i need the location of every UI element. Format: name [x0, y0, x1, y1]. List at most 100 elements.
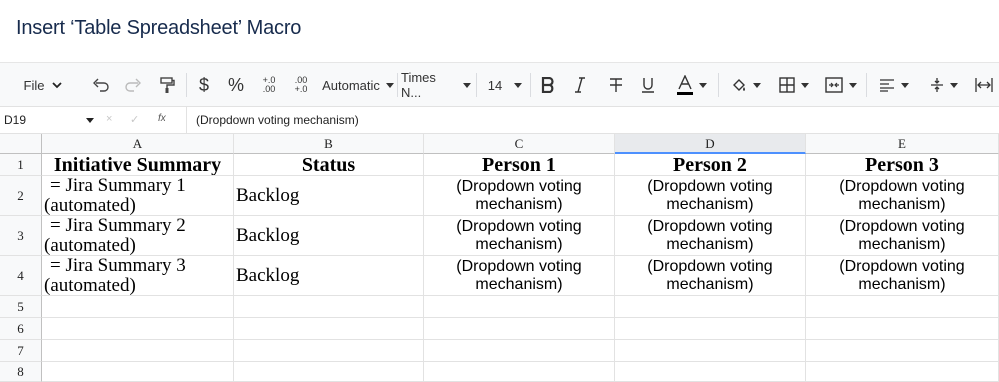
italic-icon	[575, 77, 585, 93]
text-color-button[interactable]	[670, 63, 714, 107]
empty-cell[interactable]	[806, 318, 999, 340]
summary-line: (automated)	[44, 195, 136, 216]
header-cell-text: Person 3	[865, 154, 939, 176]
header-cell-c[interactable]: Person 1	[424, 154, 615, 176]
header-cell-b[interactable]: Status	[234, 154, 424, 176]
text-wrap-icon	[975, 78, 993, 92]
cancel-formula-icon[interactable]: ×	[106, 113, 112, 125]
redo-button[interactable]	[120, 63, 146, 107]
text-wrap-button[interactable]	[972, 63, 996, 107]
empty-cell[interactable]	[806, 340, 999, 362]
accept-formula-icon[interactable]: ✓	[130, 113, 139, 126]
row-header-4[interactable]: 4	[0, 256, 42, 296]
row-header-2[interactable]: 2	[0, 176, 42, 216]
fill-color-button[interactable]	[726, 63, 766, 107]
header-cell-e[interactable]: Person 3	[806, 154, 999, 176]
summary-line: = Jira Summary 1	[50, 176, 186, 196]
vote-dropdown-text: (Dropdown voting mechanism)	[456, 178, 582, 213]
column-header-c[interactable]: C	[424, 134, 615, 154]
row-header-6[interactable]: 6	[0, 318, 42, 340]
name-box[interactable]: D19	[0, 107, 100, 133]
caret-down-icon	[86, 118, 94, 123]
vote-cell-person-2[interactable]: (Dropdown voting mechanism)	[615, 176, 806, 216]
font-family-dropdown[interactable]: Times N...	[401, 63, 471, 107]
decrease-decimal-button[interactable]: .00 +.0	[290, 63, 312, 107]
percent-button[interactable]: %	[224, 63, 248, 107]
vote-dropdown-text: (Dropdown voting mechanism)	[647, 258, 773, 293]
toolbar-divider	[476, 73, 477, 97]
summary-cell[interactable]: = Jira Summary 3 (automated)	[42, 256, 234, 296]
status-cell[interactable]: Backlog	[234, 256, 424, 296]
vote-cell-person-2[interactable]: (Dropdown voting mechanism)	[615, 256, 806, 296]
empty-cell[interactable]	[424, 318, 615, 340]
summary-cell[interactable]: = Jira Summary 2 (automated)	[42, 216, 234, 256]
empty-cell[interactable]	[42, 296, 234, 318]
row-header-8[interactable]: 8	[0, 362, 42, 382]
column-header-a[interactable]: A	[42, 134, 234, 154]
row-header-5[interactable]: 5	[0, 296, 42, 318]
strikethrough-icon	[610, 78, 622, 92]
status-cell[interactable]: Backlog	[234, 176, 424, 216]
empty-cell[interactable]	[234, 340, 424, 362]
font-size-dropdown[interactable]: 14	[484, 63, 526, 107]
vote-cell-person-1[interactable]: (Dropdown voting mechanism)	[424, 176, 615, 216]
header-cell-text: Status	[301, 154, 356, 176]
paint-format-button[interactable]	[154, 63, 180, 107]
empty-cell[interactable]	[424, 362, 615, 382]
empty-cell[interactable]	[806, 296, 999, 318]
empty-cell[interactable]	[424, 340, 615, 362]
italic-button[interactable]	[568, 63, 592, 107]
empty-cell[interactable]	[615, 296, 806, 318]
caret-down-icon	[514, 82, 523, 88]
formula-input[interactable]: (Dropdown voting mechanism)	[196, 113, 359, 127]
number-format-dropdown[interactable]: Automatic	[322, 63, 394, 107]
borders-button[interactable]	[774, 63, 814, 107]
empty-cell[interactable]	[615, 362, 806, 382]
empty-cell[interactable]	[615, 340, 806, 362]
undo-button[interactable]	[88, 63, 114, 107]
undo-icon	[93, 78, 109, 92]
empty-cell[interactable]	[424, 296, 615, 318]
empty-cell[interactable]	[42, 362, 234, 382]
vote-cell-person-1[interactable]: (Dropdown voting mechanism)	[424, 256, 615, 296]
summary-cell[interactable]: = Jira Summary 1 (automated)	[42, 176, 234, 216]
empty-cell[interactable]	[615, 318, 806, 340]
column-header-b[interactable]: B	[234, 134, 424, 154]
strikethrough-button[interactable]	[604, 63, 628, 107]
select-all-corner[interactable]	[0, 134, 42, 154]
status-cell[interactable]: Backlog	[234, 216, 424, 256]
vote-cell-person-3[interactable]: (Dropdown voting mechanism)	[806, 256, 999, 296]
underline-icon	[642, 78, 654, 93]
underline-button[interactable]	[636, 63, 660, 107]
row-header-7[interactable]: 7	[0, 340, 42, 362]
empty-cell[interactable]	[234, 318, 424, 340]
currency-button[interactable]: $	[192, 63, 216, 107]
empty-cell[interactable]	[42, 340, 234, 362]
header-cell-d[interactable]: Person 2	[615, 154, 806, 176]
status-text: Backlog	[236, 225, 300, 246]
bold-button[interactable]	[536, 63, 560, 107]
macro-title-bar: Insert ‘Table Spreadsheet’ Macro	[0, 0, 999, 62]
row-header-1[interactable]: 1	[0, 154, 42, 176]
empty-cell[interactable]	[234, 362, 424, 382]
vote-cell-person-1[interactable]: (Dropdown voting mechanism)	[424, 216, 615, 256]
header-cell-a[interactable]: Initiative Summary	[42, 154, 234, 176]
vote-cell-person-3[interactable]: (Dropdown voting mechanism)	[806, 176, 999, 216]
horizontal-align-button[interactable]	[874, 63, 914, 107]
merge-cells-button[interactable]	[820, 63, 862, 107]
vote-cell-person-3[interactable]: (Dropdown voting mechanism)	[806, 216, 999, 256]
column-header-e[interactable]: E	[806, 134, 999, 154]
row-header-3[interactable]: 3	[0, 216, 42, 256]
paint-format-icon	[160, 77, 175, 93]
file-menu[interactable]: File	[18, 63, 68, 107]
empty-cell[interactable]	[234, 296, 424, 318]
increase-decimal-button[interactable]: +.0 .00	[258, 63, 280, 107]
vote-cell-person-2[interactable]: (Dropdown voting mechanism)	[615, 216, 806, 256]
caret-down-icon	[901, 82, 909, 88]
page-title: Insert ‘Table Spreadsheet’ Macro	[16, 17, 302, 39]
empty-cell[interactable]	[42, 318, 234, 340]
empty-cell[interactable]	[806, 362, 999, 382]
column-header-d[interactable]: D	[615, 134, 806, 154]
currency-label: $	[198, 74, 209, 95]
vertical-align-button[interactable]	[924, 63, 964, 107]
